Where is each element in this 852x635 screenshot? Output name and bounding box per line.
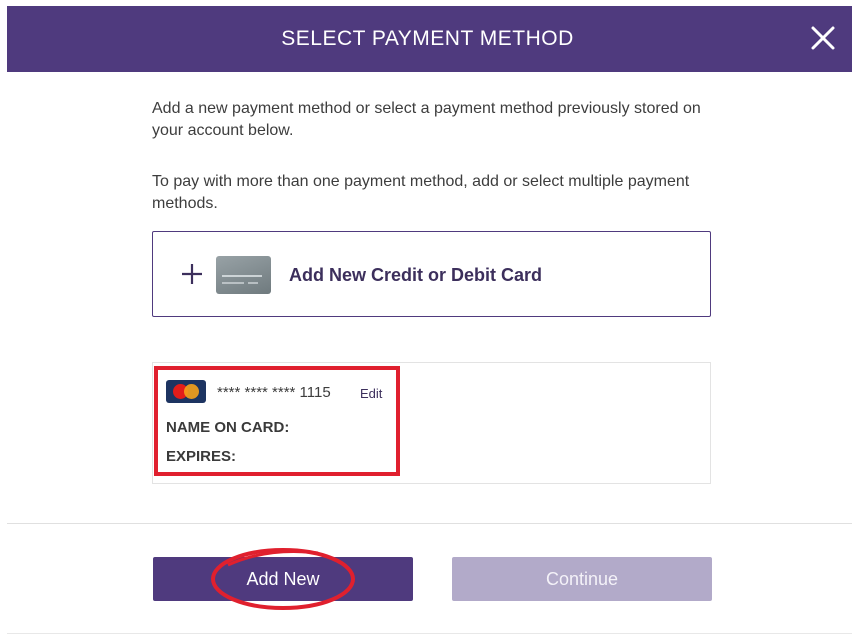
continue-button[interactable]: Continue: [452, 557, 712, 601]
name-on-card-label: NAME ON CARD:: [166, 419, 290, 436]
close-button[interactable]: [808, 23, 838, 53]
add-new-button[interactable]: Add New: [153, 557, 413, 601]
modal-header: SELECT PAYMENT METHOD: [7, 6, 852, 72]
add-new-card-label: Add New Credit or Debit Card: [289, 265, 543, 285]
credit-card-icon: [216, 256, 271, 294]
footer-divider: [7, 523, 852, 524]
mastercard-icon: [166, 380, 206, 403]
edit-card-link[interactable]: Edit: [360, 386, 382, 401]
add-new-card-button[interactable]: Add New Credit or Debit Card: [152, 231, 711, 317]
bottom-divider: [7, 633, 852, 634]
close-icon: [811, 26, 835, 50]
expires-label: EXPIRES:: [166, 448, 237, 465]
intro-text: Add a new payment method or select a pay…: [152, 100, 701, 139]
modal-title: SELECT PAYMENT METHOD: [281, 27, 574, 50]
masked-card-number: **** **** **** 1115: [217, 384, 331, 401]
multiple-methods-text: To pay with more than one payment method…: [152, 173, 690, 212]
plus-icon: [182, 264, 202, 284]
